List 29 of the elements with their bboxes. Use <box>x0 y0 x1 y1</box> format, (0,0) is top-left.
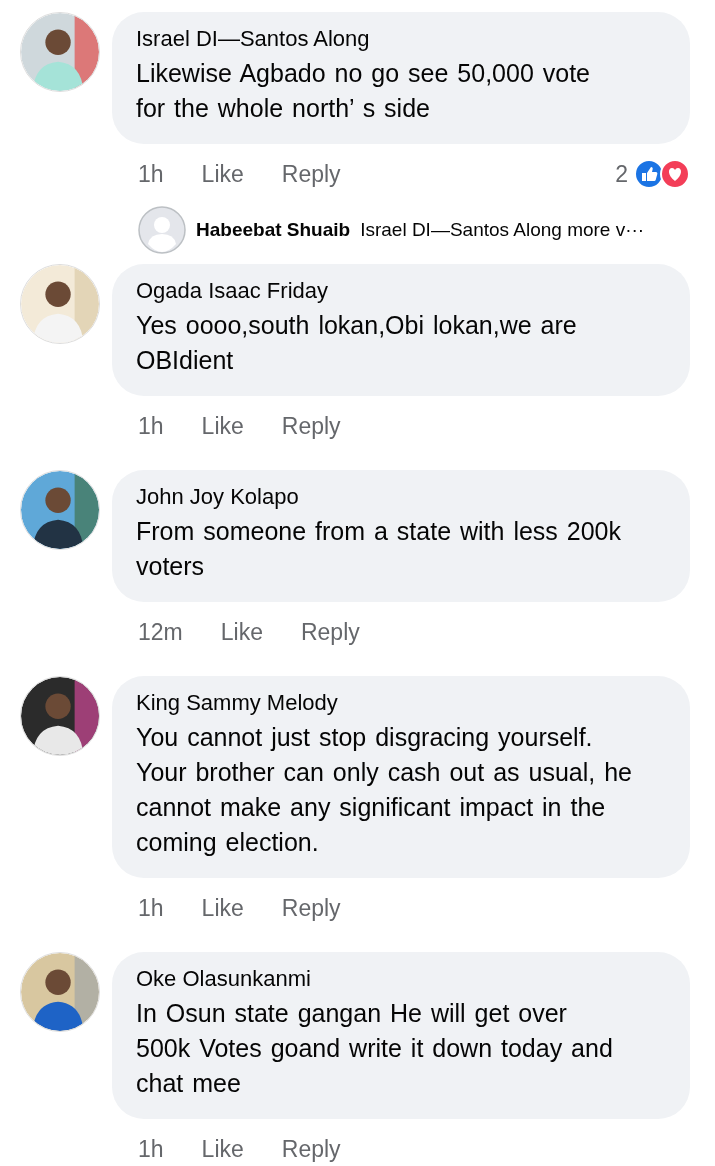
reply-preview-text[interactable]: Israel DI—Santos Along more v··· <box>360 219 645 241</box>
reply-link[interactable]: Reply <box>281 1135 341 1163</box>
reply-link[interactable]: Reply <box>281 894 341 922</box>
comment-time: 1h <box>138 412 164 440</box>
comment-time: 1h <box>138 160 164 188</box>
comment-text: From someone from a state with less 200k voters <box>136 516 623 582</box>
comment-time: 1h <box>138 894 164 922</box>
comment-author[interactable]: Oke Olasunkanmi <box>136 966 670 992</box>
avatar-icon <box>138 206 186 254</box>
comment-text: You cannot just stop disgracing yourself. Your brother can only cash out as usual, he cannot make any significant impact in the coming election. <box>136 722 633 858</box>
like-link[interactable]: Like <box>220 618 263 646</box>
comment-author[interactable]: John Joy Kolapo <box>136 484 670 510</box>
like-link[interactable]: Like <box>201 412 244 440</box>
reply-author[interactable]: Habeebat Shuaib <box>196 219 351 241</box>
comment-author[interactable]: King Sammy Melody <box>136 690 670 716</box>
reply-link[interactable]: Reply <box>281 160 341 188</box>
comment-text: Likewise Agbado no go see 50,000 vote for the whole north’ s side <box>136 58 591 124</box>
comment-text: In Osun state gangan He will get over 500k Votes goand write it down today and chat mee <box>136 998 614 1099</box>
like-link[interactable]: Like <box>201 894 244 922</box>
comment-author[interactable]: Ogada Isaac Friday <box>136 278 670 304</box>
reply-link[interactable]: Reply <box>281 412 341 440</box>
reaction-count[interactable]: 2 <box>615 160 628 188</box>
like-link[interactable]: Like <box>201 1135 244 1163</box>
comment-time: 12m <box>138 618 183 646</box>
comment-author[interactable]: Israel DI—Santos Along <box>136 26 670 52</box>
comment-time: 1h <box>138 1135 164 1163</box>
comment-text: Yes oooo,south lokan,Obi lokan,we are OBIdient <box>136 310 578 376</box>
reply-link[interactable]: Reply <box>300 618 360 646</box>
like-link[interactable]: Like <box>201 160 244 188</box>
